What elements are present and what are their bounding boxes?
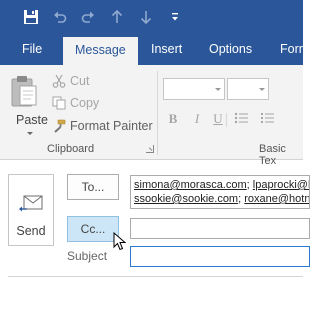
paste-label: Paste (16, 113, 48, 127)
copy-icon (50, 95, 68, 111)
quick-access-toolbar (0, 0, 303, 34)
redo-icon[interactable] (79, 8, 97, 26)
cc-label: Cc... (80, 222, 106, 236)
to-line-1: simona@morasca.com; lpaprocki@h (134, 178, 309, 192)
cc-field[interactable] (130, 218, 310, 239)
paintbrush-icon (50, 118, 68, 134)
chevron-down-icon (27, 132, 33, 135)
copy-label: Copy (70, 96, 100, 110)
scissors-icon (50, 73, 68, 89)
send-button[interactable]: Send (8, 174, 54, 246)
to-label: To... (81, 180, 105, 194)
paste-button[interactable]: Paste (4, 69, 48, 139)
customize-icon[interactable] (166, 8, 184, 26)
clipboard-group-label: Clipboard (47, 143, 95, 155)
cc-button[interactable]: Cc... (67, 216, 119, 242)
to-line-2: ssookie@sookie.com; roxane@hotn (134, 192, 309, 206)
font-name-combobox[interactable] (163, 78, 225, 100)
copy-button[interactable]: Copy (50, 93, 99, 113)
subject-field[interactable] (130, 246, 310, 267)
down-arrow-icon[interactable] (137, 8, 155, 26)
numbering-button[interactable] (260, 111, 276, 129)
to-field[interactable]: simona@morasca.com; lpaprocki@h ssookie@… (130, 175, 310, 209)
cut-label: Cut (70, 74, 90, 88)
tab-insert[interactable]: Insert (151, 34, 182, 65)
clipboard-icon (11, 76, 37, 107)
send-label: Send (16, 224, 46, 238)
subject-label: Subject (67, 249, 108, 263)
font-size-combobox[interactable] (227, 78, 269, 100)
format-painter-button[interactable]: Format Painter (50, 116, 153, 136)
recipient-address[interactable]: simona@morasca.com (134, 179, 247, 191)
numbered-list-icon (261, 113, 274, 123)
recipient-address[interactable]: lpaprocki@h (253, 179, 309, 191)
bold-button[interactable]: B (165, 111, 181, 129)
group-divider (157, 71, 158, 155)
format-painter-label: Format Painter (70, 119, 153, 133)
cut-button[interactable]: Cut (50, 71, 89, 91)
to-button[interactable]: To... (67, 174, 119, 200)
divider (226, 113, 227, 127)
undo-icon[interactable] (51, 8, 69, 26)
tab-file[interactable]: File (22, 34, 42, 65)
chevron-down-icon (259, 88, 265, 91)
basic-text-group-label: Basic Tex (259, 143, 286, 167)
tab-message[interactable]: Message (63, 37, 138, 65)
underline-button[interactable]: U (210, 111, 226, 129)
ribbon-tabs: File Message Insert Options Form (0, 34, 309, 65)
tab-options[interactable]: Options (209, 34, 252, 65)
up-arrow-icon[interactable] (108, 8, 126, 26)
mouse-pointer-icon (113, 232, 127, 251)
recipient-address[interactable]: ssookie@sookie.com (134, 193, 238, 205)
dialog-launcher-icon[interactable] (146, 145, 154, 153)
recipient-address[interactable]: roxane@hotn (244, 193, 309, 205)
chevron-down-icon (215, 88, 221, 91)
tab-format[interactable]: Form (280, 34, 309, 65)
bullets-button[interactable] (234, 111, 250, 129)
message-body-divider (8, 276, 303, 277)
bullet-list-icon (234, 112, 248, 124)
save-icon[interactable] (22, 8, 40, 26)
italic-button[interactable]: I (189, 111, 205, 129)
ribbon: Paste Cut Copy Format Painter Clipboard … (0, 65, 303, 167)
envelope-send-icon (19, 195, 43, 212)
